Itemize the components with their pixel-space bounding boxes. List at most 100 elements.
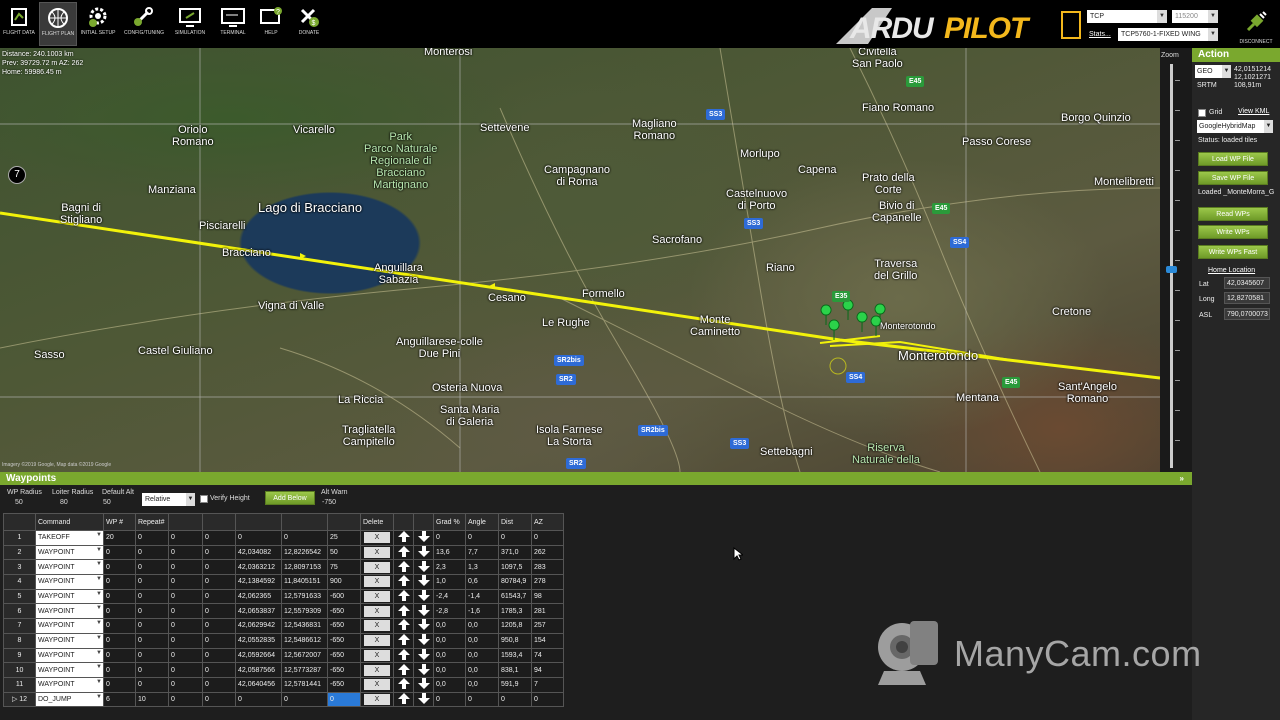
flight-plan-button[interactable]: FLIGHT PLAN bbox=[39, 2, 77, 46]
table-row[interactable]: 4 WAYPOINT ▼ 0 0 0 0 42,1384592 11,8405151 900 X 1,… bbox=[3, 574, 564, 590]
param-1-cell[interactable]: 0 bbox=[103, 618, 136, 634]
param-3-cell[interactable]: 0 bbox=[168, 618, 203, 634]
move-up-cell[interactable] bbox=[393, 559, 414, 576]
param-2-cell[interactable]: 0 bbox=[135, 603, 169, 620]
arrow-up-icon[interactable] bbox=[397, 604, 410, 616]
delete-cell[interactable]: X bbox=[360, 530, 394, 546]
lng-cell[interactable]: 12,5672007 bbox=[281, 647, 328, 664]
home-asl-field[interactable]: 790,0700073 bbox=[1224, 308, 1270, 320]
arrow-up-icon[interactable] bbox=[397, 693, 410, 704]
lat-cell[interactable]: 0 bbox=[235, 691, 282, 708]
zoom-slider-thumb[interactable] bbox=[1166, 265, 1177, 273]
param-4-cell[interactable]: 0 bbox=[202, 588, 236, 605]
param-3-cell[interactable]: 0 bbox=[168, 544, 203, 561]
lng-cell[interactable]: 0 bbox=[281, 530, 328, 546]
delete-cell[interactable]: X bbox=[360, 618, 394, 634]
lng-cell[interactable]: 0 bbox=[281, 691, 328, 708]
lat-cell[interactable]: 42,1384592 bbox=[235, 574, 282, 590]
alt-cell[interactable]: 900 bbox=[327, 574, 361, 590]
param-4-cell[interactable]: 0 bbox=[202, 632, 236, 649]
arrow-down-icon[interactable] bbox=[417, 531, 430, 543]
arrow-up-icon[interactable] bbox=[397, 590, 410, 602]
alt-cell[interactable]: -600 bbox=[327, 588, 361, 605]
delete-button[interactable]: X bbox=[364, 605, 390, 617]
arrow-down-icon[interactable] bbox=[417, 648, 430, 660]
command-select[interactable]: WAYPOINT ▼ bbox=[35, 559, 104, 576]
param-2-cell[interactable]: 0 bbox=[135, 574, 169, 590]
param-3-cell[interactable]: 0 bbox=[168, 647, 203, 664]
delete-cell[interactable]: X bbox=[360, 559, 394, 576]
lat-cell[interactable]: 42,0653837 bbox=[235, 603, 282, 620]
move-down-cell[interactable] bbox=[413, 647, 434, 664]
column-header[interactable] bbox=[202, 513, 236, 531]
lng-cell[interactable]: 12,5436831 bbox=[281, 618, 328, 634]
delete-cell[interactable]: X bbox=[360, 574, 394, 590]
terminal-button[interactable]: TERMINAL bbox=[214, 2, 252, 46]
command-select[interactable]: TAKEOFF ▼ bbox=[35, 530, 104, 546]
param-4-cell[interactable]: 0 bbox=[202, 676, 236, 693]
move-up-cell[interactable] bbox=[393, 676, 414, 693]
table-row[interactable]: 9 WAYPOINT ▼ 0 0 0 0 42,0592664 12,5672007 -650 X 0… bbox=[3, 647, 564, 664]
arrow-down-icon[interactable] bbox=[417, 560, 430, 572]
delete-cell[interactable]: X bbox=[360, 676, 394, 693]
add-below-button[interactable]: Add Below bbox=[265, 491, 315, 505]
delete-button[interactable]: X bbox=[364, 547, 390, 559]
initial-setup-button[interactable]: INITIAL SETUP bbox=[79, 2, 117, 46]
config-tuning-button[interactable]: CONFIG/TUNING bbox=[124, 2, 164, 46]
connection-type-select[interactable]: TCP ▼ bbox=[1087, 10, 1167, 23]
arrow-down-icon[interactable] bbox=[417, 546, 430, 558]
table-row[interactable]: 7 WAYPOINT ▼ 0 0 0 0 42,0629942 12,5436831 -650 X 0… bbox=[3, 618, 564, 634]
arrow-down-icon[interactable] bbox=[417, 575, 430, 587]
column-header-delete[interactable]: Delete bbox=[360, 513, 394, 531]
param-2-cell[interactable]: 0 bbox=[135, 530, 169, 546]
wp-radius-field[interactable]: 50 bbox=[15, 499, 23, 506]
param-4-cell[interactable]: 0 bbox=[202, 574, 236, 590]
param-3-cell[interactable]: 0 bbox=[168, 691, 203, 708]
home-lat-field[interactable]: 42,0345607 bbox=[1224, 277, 1270, 289]
table-row[interactable]: 6 WAYPOINT ▼ 0 0 0 0 42,0653837 12,5579309 -650 X -… bbox=[3, 603, 564, 620]
param-2-cell[interactable]: 0 bbox=[135, 618, 169, 634]
param-2-cell[interactable]: 10 bbox=[135, 691, 169, 708]
compass-icon[interactable]: 7 bbox=[8, 166, 26, 184]
lat-cell[interactable]: 42,034082 bbox=[235, 544, 282, 561]
flight-data-button[interactable]: FLIGHT DATA bbox=[0, 2, 38, 46]
alt-cell[interactable]: 25 bbox=[327, 530, 361, 546]
arrow-down-icon[interactable] bbox=[417, 634, 430, 646]
param-1-cell[interactable]: 20 bbox=[103, 530, 136, 546]
command-select[interactable]: WAYPOINT ▼ bbox=[35, 647, 104, 664]
column-header-angle[interactable]: Angle bbox=[465, 513, 499, 531]
command-select[interactable]: WAYPOINT ▼ bbox=[35, 574, 104, 590]
param-4-cell[interactable]: 0 bbox=[202, 691, 236, 708]
column-header-wp[interactable]: WP # bbox=[103, 513, 136, 531]
delete-button[interactable]: X bbox=[364, 664, 390, 676]
move-up-cell[interactable] bbox=[393, 530, 414, 546]
param-4-cell[interactable]: 0 bbox=[202, 603, 236, 620]
alt-cell[interactable]: -650 bbox=[327, 676, 361, 693]
param-4-cell[interactable]: 0 bbox=[202, 618, 236, 634]
delete-cell[interactable]: X bbox=[360, 588, 394, 605]
param-2-cell[interactable]: 0 bbox=[135, 559, 169, 576]
move-up-cell[interactable] bbox=[393, 691, 414, 708]
param-1-cell[interactable]: 0 bbox=[103, 588, 136, 605]
command-select[interactable]: WAYPOINT ▼ bbox=[35, 662, 104, 678]
arrow-up-icon[interactable] bbox=[397, 560, 410, 572]
arrow-up-icon[interactable] bbox=[397, 648, 410, 660]
home-location-link[interactable]: Home Location bbox=[1208, 267, 1255, 274]
lng-cell[interactable]: 12,5486612 bbox=[281, 632, 328, 649]
simulation-button[interactable]: SIMULATION bbox=[171, 2, 209, 46]
write-wps-fast-button[interactable]: Write WPs Fast bbox=[1198, 245, 1268, 259]
move-up-cell[interactable] bbox=[393, 574, 414, 590]
delete-cell[interactable]: X bbox=[360, 647, 394, 664]
move-down-cell[interactable] bbox=[413, 691, 434, 708]
alt-warn-field[interactable]: -750 bbox=[322, 499, 336, 506]
donate-button[interactable]: $ DONATE bbox=[290, 2, 328, 46]
param-1-cell[interactable]: 6 bbox=[103, 691, 136, 708]
move-down-cell[interactable] bbox=[413, 544, 434, 561]
column-header-repeat[interactable]: Repeat# bbox=[135, 513, 169, 531]
table-row[interactable]: ▷ 12 DO_JUMP ▼ 6 10 0 0 0 0 0 X 0 0 0 0 bbox=[3, 691, 564, 708]
arrow-down-icon[interactable] bbox=[417, 590, 430, 602]
param-3-cell[interactable]: 0 bbox=[168, 559, 203, 576]
lat-cell[interactable]: 42,0629942 bbox=[235, 618, 282, 634]
lng-cell[interactable]: 11,8405151 bbox=[281, 574, 328, 590]
move-up-cell[interactable] bbox=[393, 588, 414, 605]
